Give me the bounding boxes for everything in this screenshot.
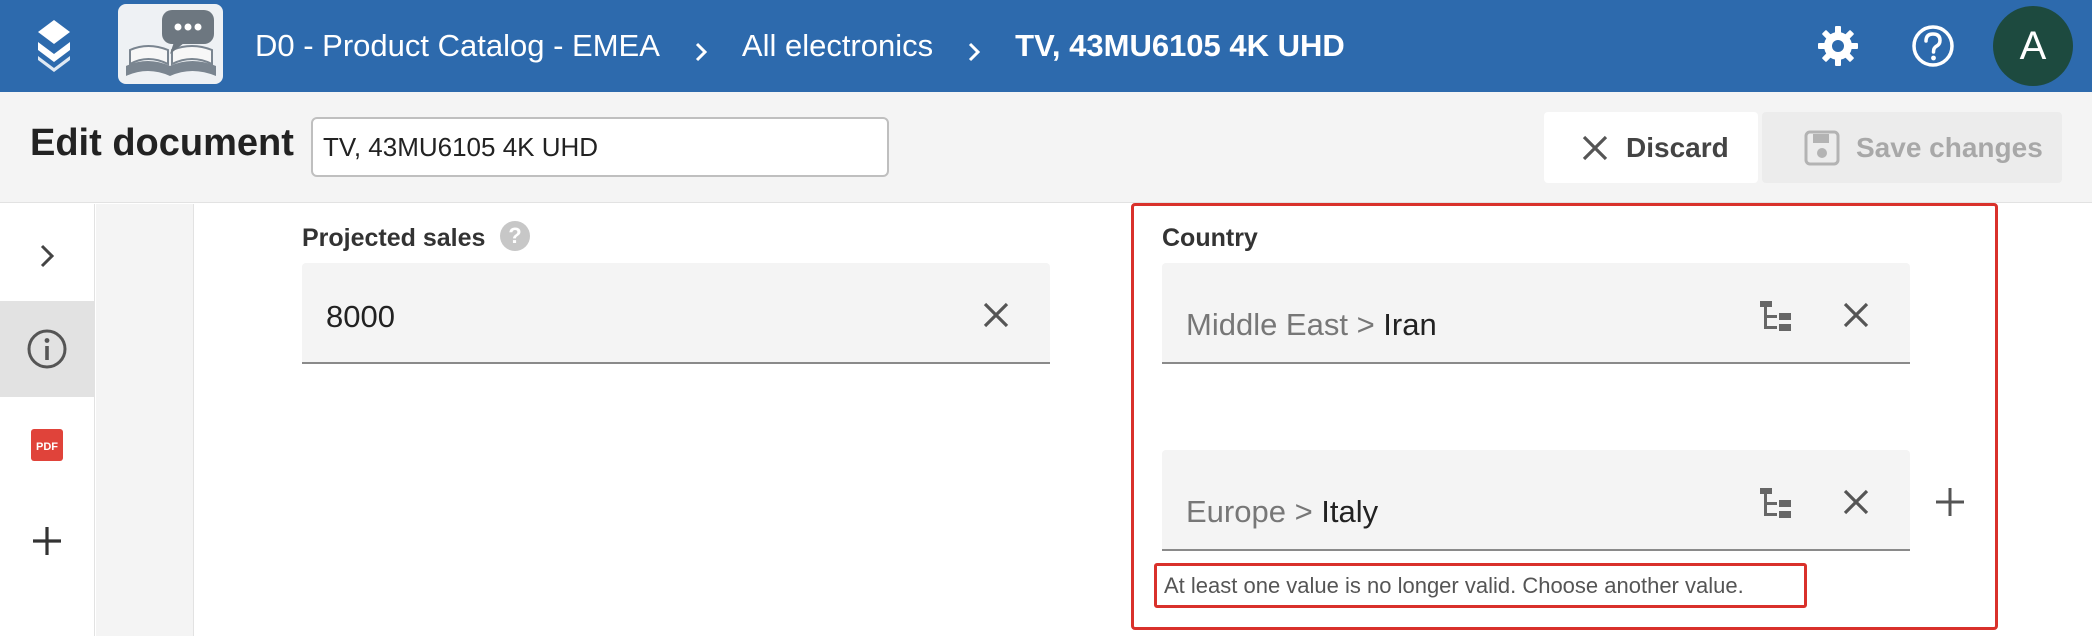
save-label: Save changes (1856, 131, 2043, 163)
breadcrumb-current: TV, 43MU6105 4K UHD (1015, 28, 1345, 63)
page-title: Edit document (30, 122, 294, 164)
side-nav: PDF (0, 204, 95, 636)
add-item-button[interactable] (0, 493, 94, 589)
highlight-frame (1131, 203, 1998, 630)
discard-label: Discard (1626, 131, 1729, 163)
help-icon[interactable]: ? (500, 221, 530, 251)
sidebar-item-info[interactable] (0, 301, 94, 397)
help-icon[interactable] (1909, 22, 1957, 70)
discard-button[interactable]: Discard (1544, 112, 1758, 183)
pdf-icon: PDF (31, 429, 63, 461)
document-name-input[interactable] (311, 117, 889, 177)
close-icon (1582, 135, 1608, 160)
chevron-right-icon (40, 244, 55, 268)
gear-icon[interactable] (1814, 22, 1862, 70)
breadcrumb: D0 - Product Catalog - EMEA All electron… (255, 0, 1345, 92)
app-logo-icon[interactable] (30, 18, 78, 74)
chevron-right-icon (690, 35, 712, 62)
close-icon (983, 302, 1009, 328)
content-gutter (96, 204, 194, 636)
chevron-right-icon (963, 35, 985, 62)
top-bar: D0 - Product Catalog - EMEA All electron… (0, 0, 2092, 92)
avatar[interactable]: A (1993, 6, 2073, 86)
info-icon (27, 329, 67, 369)
edit-toolbar: Edit document Discard Save changes (0, 92, 2092, 203)
clear-button[interactable] (974, 293, 1018, 337)
sidebar-item-pdf[interactable]: PDF (0, 397, 94, 493)
plus-icon (33, 527, 61, 555)
breadcrumb-category[interactable]: All electronics (742, 28, 933, 64)
projected-sales-label: Projected sales (302, 224, 486, 252)
catalog-thumbnail[interactable] (118, 4, 223, 84)
expand-panel-button[interactable] (0, 208, 94, 304)
breadcrumb-catalog[interactable]: D0 - Product Catalog - EMEA (255, 28, 660, 64)
projected-sales-input[interactable]: 8000 (302, 263, 1050, 364)
pdf-icon-label: PDF (36, 441, 58, 453)
projected-sales-value: 8000 (326, 299, 395, 334)
save-button[interactable]: Save changes (1762, 112, 2062, 183)
save-icon (1804, 130, 1840, 165)
